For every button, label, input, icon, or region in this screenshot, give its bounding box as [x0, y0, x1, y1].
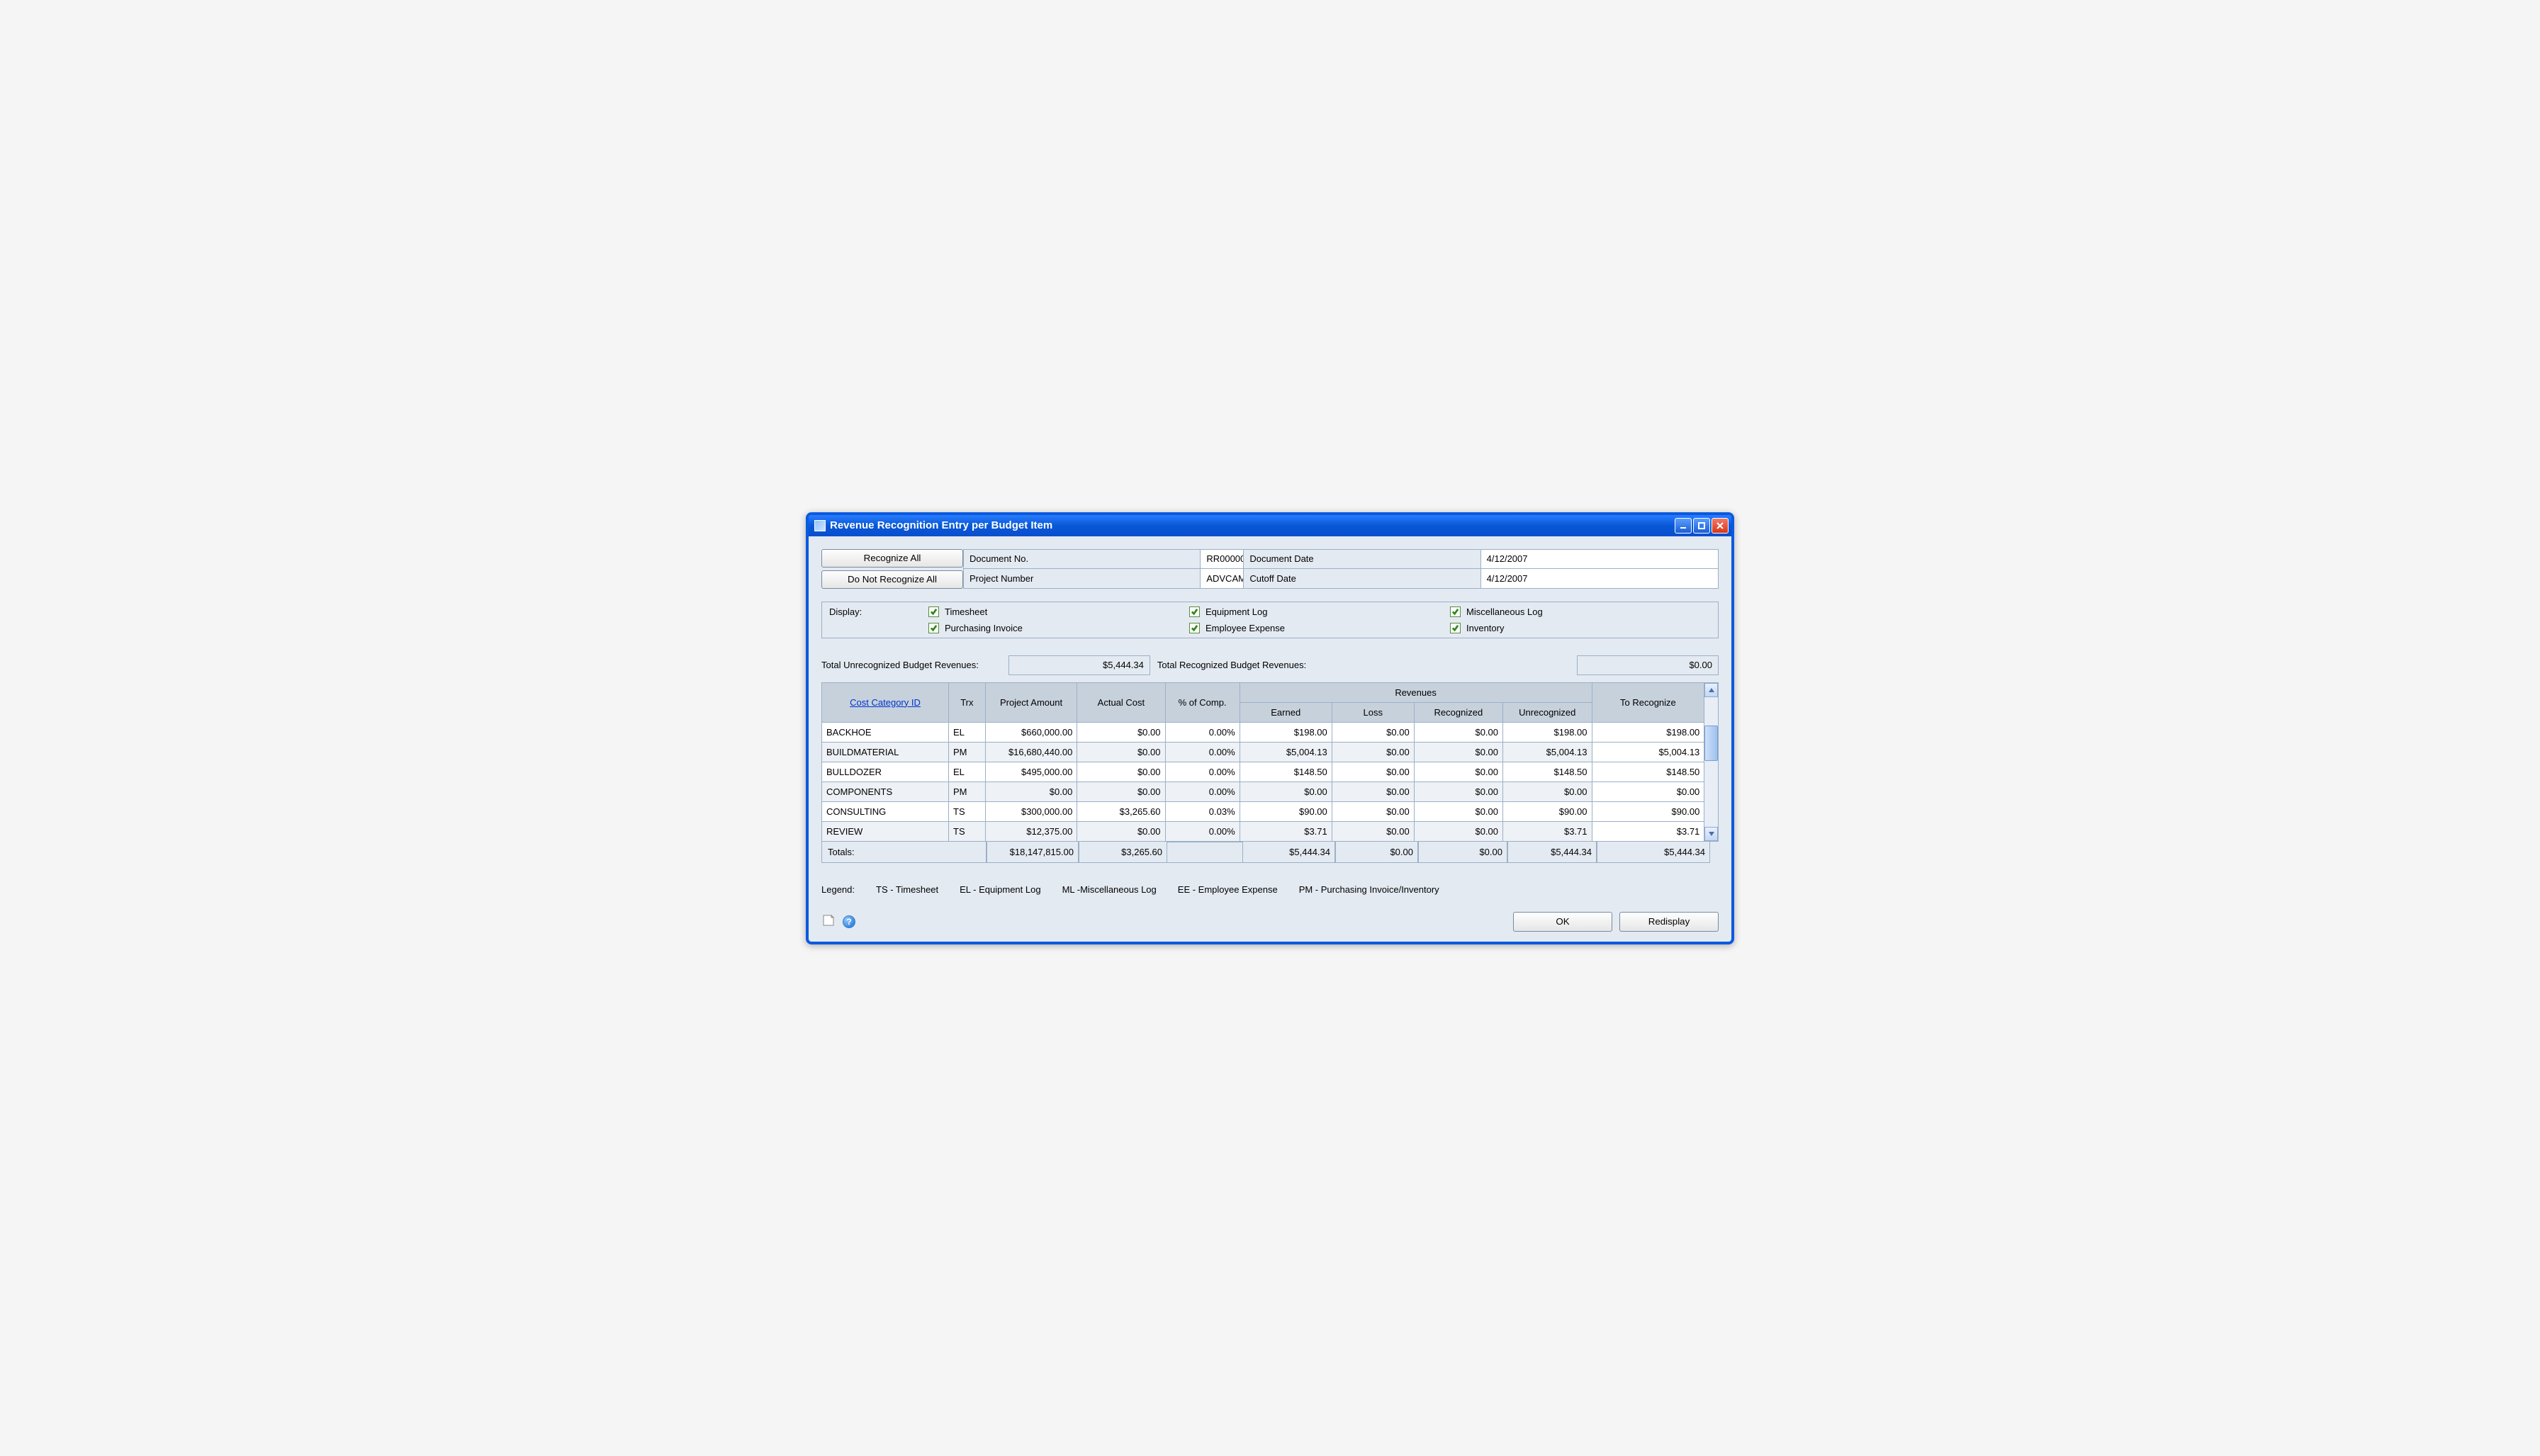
totals-actual-cost: $3,265.60: [1079, 842, 1167, 863]
recognize-all-button[interactable]: Recognize All: [821, 549, 963, 568]
timesheet-checkbox[interactable]: Timesheet: [928, 606, 1189, 617]
col-trx[interactable]: Trx: [949, 682, 986, 722]
col-unrecognized[interactable]: Unrecognized: [1503, 702, 1592, 722]
totals-project-amount: $18,147,815.00: [987, 842, 1079, 863]
legend-el: EL - Equipment Log: [960, 884, 1040, 895]
col-revenues: Revenues: [1240, 682, 1592, 702]
table-row[interactable]: REVIEWTS$12,375.00$0.000.00%$3.71$0.00$0…: [822, 821, 1704, 841]
col-recognized[interactable]: Recognized: [1414, 702, 1502, 722]
legend-ml: ML -Miscellaneous Log: [1062, 884, 1157, 895]
totals-earned: $5,444.34: [1242, 842, 1335, 863]
document-date-label: Document Date: [1243, 549, 1480, 569]
vertical-scrollbar[interactable]: [1704, 682, 1719, 842]
app-icon: [814, 520, 826, 531]
totals-loss: $0.00: [1335, 842, 1418, 863]
cutoff-date-field[interactable]: 4/12/2007: [1481, 569, 1719, 589]
table-row[interactable]: COMPONENTSPM$0.00$0.000.00%$0.00$0.00$0.…: [822, 781, 1704, 801]
scroll-thumb[interactable]: [1704, 726, 1718, 761]
table-row[interactable]: BULLDOZEREL$495,000.00$0.000.00%$148.50$…: [822, 762, 1704, 781]
legend-pm: PM - Purchasing Invoice/Inventory: [1299, 884, 1439, 895]
col-cost-category: Cost Category ID: [822, 682, 949, 722]
col-pct-comp[interactable]: % of Comp.: [1165, 682, 1240, 722]
ok-button[interactable]: OK: [1513, 912, 1612, 932]
app-window: Revenue Recognition Entry per Budget Ite…: [806, 512, 1734, 944]
close-button[interactable]: [1712, 518, 1729, 534]
col-project-amount[interactable]: Project Amount: [985, 682, 1077, 722]
legend-ts: TS - Timesheet: [876, 884, 938, 895]
legend-ee: EE - Employee Expense: [1178, 884, 1278, 895]
total-recognized-value: $0.00: [1577, 655, 1719, 675]
scroll-down-icon[interactable]: [1704, 827, 1718, 841]
inventory-checkbox[interactable]: Inventory: [1450, 623, 1711, 633]
titlebar[interactable]: Revenue Recognition Entry per Budget Ite…: [809, 515, 1731, 536]
legend-label: Legend:: [821, 884, 855, 895]
misc-log-checkbox[interactable]: Miscellaneous Log: [1450, 606, 1711, 617]
document-no-label: Document No.: [963, 549, 1201, 569]
cutoff-date-label: Cutoff Date: [1243, 569, 1480, 589]
total-unrecognized-value: $5,444.34: [1008, 655, 1150, 675]
display-label: Display:: [829, 606, 928, 617]
minimize-button[interactable]: [1675, 518, 1692, 534]
table-row[interactable]: BACKHOEEL$660,000.00$0.000.00%$198.00$0.…: [822, 722, 1704, 742]
help-icon[interactable]: ?: [843, 915, 855, 928]
legend: Legend: TS - Timesheet EL - Equipment Lo…: [821, 884, 1719, 895]
document-date-field[interactable]: 4/12/2007: [1481, 549, 1719, 569]
col-loss[interactable]: Loss: [1332, 702, 1414, 722]
totals-recognized: $0.00: [1418, 842, 1507, 863]
col-earned[interactable]: Earned: [1240, 702, 1332, 722]
totals-unrecognized: $5,444.34: [1507, 842, 1597, 863]
col-to-recognize[interactable]: To Recognize: [1592, 682, 1704, 722]
totals-label: Totals:: [821, 842, 987, 863]
col-actual-cost[interactable]: Actual Cost: [1077, 682, 1165, 722]
total-recognized-label: Total Recognized Budget Revenues:: [1150, 660, 1320, 670]
employee-expense-checkbox[interactable]: Employee Expense: [1189, 623, 1450, 633]
scroll-up-icon[interactable]: [1704, 683, 1718, 697]
table-row[interactable]: BUILDMATERIALPM$16,680,440.00$0.000.00%$…: [822, 742, 1704, 762]
totals-to-recognize: $5,444.34: [1597, 842, 1710, 863]
notes-icon[interactable]: [821, 913, 836, 930]
redisplay-button[interactable]: Redisplay: [1619, 912, 1719, 932]
total-unrecognized-label: Total Unrecognized Budget Revenues:: [821, 660, 1008, 670]
totals-row: Totals: $18,147,815.00 $3,265.60 $5,444.…: [821, 842, 1719, 863]
purchasing-invoice-checkbox[interactable]: Purchasing Invoice: [928, 623, 1189, 633]
do-not-recognize-all-button[interactable]: Do Not Recognize All: [821, 570, 963, 589]
window-title: Revenue Recognition Entry per Budget Ite…: [830, 519, 1675, 531]
table-row[interactable]: CONSULTINGTS$300,000.00$3,265.600.03%$90…: [822, 801, 1704, 821]
maximize-button[interactable]: [1693, 518, 1710, 534]
equipment-log-checkbox[interactable]: Equipment Log: [1189, 606, 1450, 617]
revenue-table: Cost Category ID Trx Project Amount Actu…: [821, 682, 1704, 842]
display-filter-group: Display: Timesheet Equipment Log Miscell…: [821, 602, 1719, 638]
project-number-label: Project Number: [963, 569, 1201, 589]
